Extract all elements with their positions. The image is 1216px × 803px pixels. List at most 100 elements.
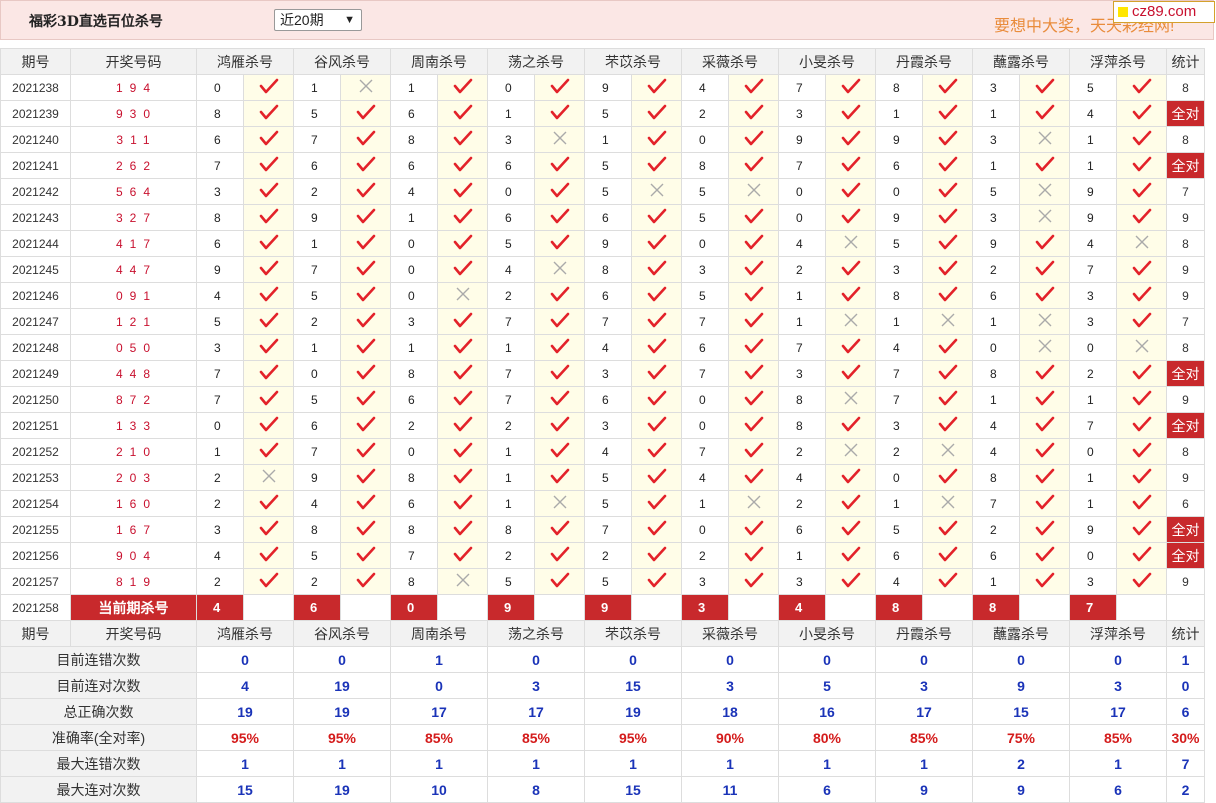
stats-value: 19 bbox=[584, 698, 682, 725]
draw-number-cell: 872 bbox=[70, 386, 197, 413]
wrong-mark bbox=[825, 308, 876, 335]
stats-value: 1 bbox=[487, 750, 585, 777]
kill-value-cell: 0 bbox=[972, 334, 1020, 361]
correct-mark bbox=[825, 360, 876, 387]
check-icon bbox=[259, 390, 278, 406]
stat-cell: 6 bbox=[1166, 490, 1205, 517]
check-icon bbox=[1035, 234, 1054, 250]
check-icon bbox=[1132, 208, 1151, 224]
header-expert: 鸿雁杀号 bbox=[196, 48, 294, 75]
check-icon bbox=[841, 182, 860, 198]
kill-value-cell: 6 bbox=[875, 152, 923, 179]
correct-mark bbox=[243, 100, 294, 127]
cross-icon bbox=[844, 391, 857, 405]
current-kill-value: 4 bbox=[196, 594, 244, 621]
wrong-mark bbox=[825, 230, 876, 257]
correct-mark bbox=[243, 490, 294, 517]
correct-mark bbox=[1019, 152, 1070, 179]
correct-mark bbox=[340, 152, 391, 179]
check-icon bbox=[356, 260, 375, 276]
draw-number-cell: 327 bbox=[70, 204, 197, 231]
kill-value-cell: 1 bbox=[584, 126, 632, 153]
draw-number-cell: 194 bbox=[70, 74, 197, 101]
correct-mark bbox=[340, 256, 391, 283]
kill-value-cell: 5 bbox=[681, 204, 729, 231]
check-icon bbox=[550, 286, 569, 302]
check-icon bbox=[259, 286, 278, 302]
kill-value-cell: 0 bbox=[681, 126, 729, 153]
stats-value: 0 bbox=[681, 646, 779, 673]
kill-value-cell: 5 bbox=[487, 568, 535, 595]
check-icon bbox=[938, 546, 957, 562]
header-expert: 小旻杀号 bbox=[778, 620, 876, 647]
period-select[interactable]: 近20期 ▼ bbox=[274, 9, 362, 31]
kill-value-cell: 7 bbox=[681, 360, 729, 387]
kill-value-cell: 0 bbox=[487, 178, 535, 205]
kill-value-cell: 1 bbox=[1069, 386, 1117, 413]
stats-value: 90% bbox=[681, 724, 779, 751]
check-icon bbox=[1035, 546, 1054, 562]
correct-mark bbox=[631, 256, 682, 283]
kill-value-cell: 4 bbox=[196, 282, 244, 309]
period-cell: 2021243 bbox=[0, 204, 71, 231]
correct-mark bbox=[631, 490, 682, 517]
kill-value-cell: 4 bbox=[390, 178, 438, 205]
correct-mark bbox=[534, 308, 585, 335]
correct-mark bbox=[340, 490, 391, 517]
cross-icon bbox=[747, 183, 760, 197]
kill-value-cell: 6 bbox=[584, 282, 632, 309]
check-icon bbox=[259, 520, 278, 536]
check-icon bbox=[259, 546, 278, 562]
stats-value: 0 bbox=[778, 646, 876, 673]
draw-number-cell: 447 bbox=[70, 256, 197, 283]
kill-value-cell: 9 bbox=[1069, 516, 1117, 543]
cross-icon bbox=[456, 287, 469, 301]
kill-value-cell: 7 bbox=[487, 308, 535, 335]
stats-value: 0 bbox=[196, 646, 294, 673]
kill-value-cell: 2 bbox=[778, 438, 826, 465]
check-icon bbox=[744, 442, 763, 458]
period-cell: 2021246 bbox=[0, 282, 71, 309]
check-icon bbox=[1035, 520, 1054, 536]
check-icon bbox=[356, 182, 375, 198]
stats-label: 总正确次数 bbox=[0, 698, 197, 725]
kill-value-cell: 2 bbox=[584, 542, 632, 569]
kill-value-cell: 1 bbox=[972, 568, 1020, 595]
kill-value-cell: 4 bbox=[196, 542, 244, 569]
stats-value: 15 bbox=[972, 698, 1070, 725]
kill-value-cell: 3 bbox=[487, 126, 535, 153]
check-icon bbox=[453, 234, 472, 250]
table-row: 2021247 121 5 2 3 7 7 7 1 1 1 3 7 bbox=[0, 308, 1205, 335]
correct-mark bbox=[922, 204, 973, 231]
kill-value-cell: 1 bbox=[972, 308, 1020, 335]
stats-value: 5 bbox=[778, 672, 876, 699]
kill-value-cell: 4 bbox=[1069, 230, 1117, 257]
kill-value-cell: 2 bbox=[293, 308, 341, 335]
correct-mark bbox=[825, 464, 876, 491]
wrong-mark bbox=[922, 490, 973, 517]
kill-value-cell: 7 bbox=[778, 74, 826, 101]
correct-mark bbox=[243, 516, 294, 543]
correct-mark bbox=[243, 412, 294, 439]
correct-mark bbox=[437, 386, 488, 413]
check-icon bbox=[647, 494, 666, 510]
check-icon bbox=[1132, 572, 1151, 588]
kill-value-cell: 8 bbox=[487, 516, 535, 543]
kill-value-cell: 2 bbox=[1069, 360, 1117, 387]
kill-value-cell: 8 bbox=[196, 204, 244, 231]
cross-icon bbox=[941, 495, 954, 509]
correct-mark bbox=[437, 126, 488, 153]
correct-mark bbox=[1116, 386, 1167, 413]
check-icon bbox=[453, 390, 472, 406]
kill-value-cell: 1 bbox=[293, 74, 341, 101]
correct-mark bbox=[437, 334, 488, 361]
kill-value-cell: 1 bbox=[487, 490, 535, 517]
correct-mark bbox=[340, 282, 391, 309]
check-icon bbox=[647, 390, 666, 406]
kill-value-cell: 4 bbox=[778, 230, 826, 257]
draw-number-cell: 121 bbox=[70, 308, 197, 335]
kill-value-cell: 6 bbox=[584, 204, 632, 231]
correct-mark bbox=[922, 126, 973, 153]
check-icon bbox=[259, 416, 278, 432]
site-badge[interactable]: cz89.com bbox=[1113, 1, 1215, 23]
